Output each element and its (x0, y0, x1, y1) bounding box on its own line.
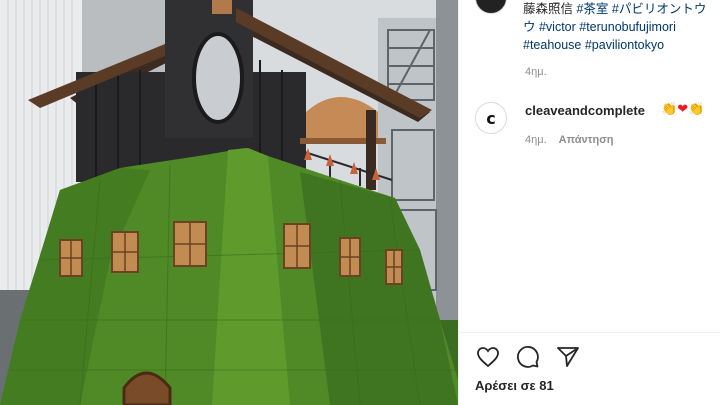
comment-button[interactable] (515, 344, 541, 370)
teahouse-photo (0, 0, 458, 405)
comment-icon (517, 346, 539, 368)
caption-line-1: 藤森照信 #茶室 #パビリオントウ (523, 0, 720, 18)
author-avatar[interactable] (475, 0, 507, 14)
share-icon (557, 347, 579, 367)
comment-text: 👏❤👏 (661, 102, 704, 117)
avatar-glyph: c (486, 108, 496, 128)
commenter-avatar[interactable]: c (475, 102, 507, 134)
like-button[interactable] (475, 344, 501, 370)
likes-count[interactable]: Αρέσει σε 81 (475, 378, 554, 393)
comment-item: c cleaveandcomplete 👏❤👏 4ημ. Απάντηση (475, 100, 715, 160)
reply-button[interactable]: Απάντηση (559, 134, 614, 146)
caption-timestamp[interactable]: 4ημ. (525, 66, 547, 78)
heart-emoji: ❤ (677, 102, 689, 117)
heart-icon (477, 347, 499, 368)
post-photo[interactable] (0, 0, 458, 405)
caption-text: 藤森照信 (523, 2, 577, 16)
clap-emoji: 👏 (661, 102, 678, 117)
action-bar (475, 344, 581, 370)
share-button[interactable] (555, 344, 581, 370)
commenter-username[interactable]: cleaveandcomplete (525, 103, 645, 118)
post-caption: 藤森照信 #茶室 #パビリオントウ ウ #victor #terunobufuj… (523, 0, 720, 54)
clap-emoji: 👏 (688, 102, 705, 117)
hashtag-link[interactable]: #茶室 #パビリオントウ (576, 2, 706, 16)
comment-meta: 4ημ. Απάντηση (525, 134, 613, 146)
divider (459, 332, 720, 333)
comment-timestamp[interactable]: 4ημ. (525, 134, 547, 146)
hashtag-link[interactable]: #teahouse #paviliontokyo (523, 36, 720, 54)
post-sidebar: 藤森照信 #茶室 #パビリオントウ ウ #victor #terunobufuj… (458, 0, 720, 405)
hashtag-link[interactable]: ウ #victor #terunobufujimori (523, 18, 720, 36)
